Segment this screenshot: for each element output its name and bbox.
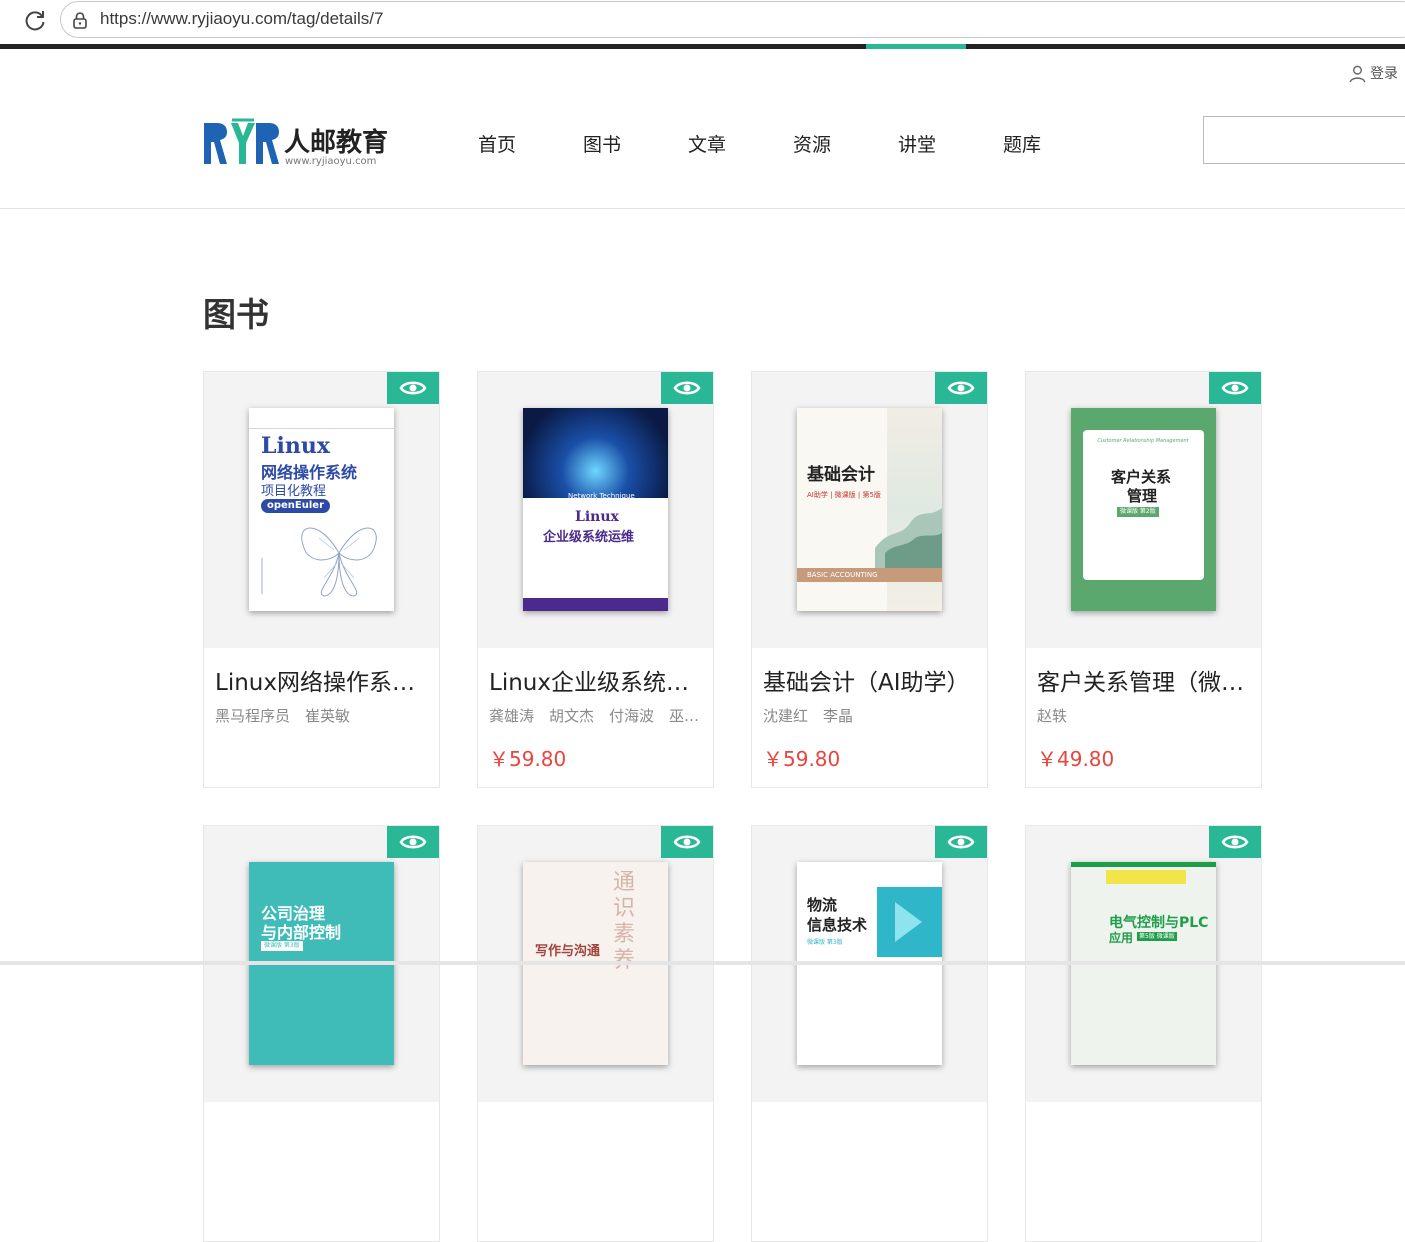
preview-button[interactable] — [661, 826, 713, 858]
window-bottom-edge — [0, 961, 1405, 965]
cover-line1: 客户关系 — [1111, 468, 1172, 486]
preview-button[interactable] — [1209, 372, 1261, 404]
book-price: ￥59.80 — [489, 747, 567, 771]
preview-button[interactable] — [661, 372, 713, 404]
cover-tag: 微课版 第2版 — [1117, 507, 1159, 517]
cover-line1: Linux — [261, 433, 330, 459]
book-title[interactable]: 客户关系管理（微课版） — [1037, 663, 1255, 697]
login-label: 登录 — [1370, 66, 1398, 82]
eye-icon — [673, 381, 701, 395]
cover-line1: Linux — [575, 509, 619, 525]
book-card[interactable]: 基础会计 AI助学 | 微课版 | 第5版 BASIC ACCOUNTING 基… — [751, 371, 988, 788]
eye-icon — [1221, 381, 1249, 395]
book-card[interactable]: 电气控制与PLC 应用 第5版 微课版 — [1025, 825, 1262, 1242]
page-load-progress — [0, 44, 1405, 49]
book-card[interactable]: Customer Relationship Management 客户关系 管理… — [1025, 371, 1262, 788]
cover-line2: AI助学 | 微课版 | 第5版 — [807, 491, 881, 499]
book-card[interactable]: 通识素养 写作与沟通 — [477, 825, 714, 1242]
eye-icon — [399, 381, 427, 395]
nav-articles[interactable]: 文章 — [688, 130, 793, 157]
user-icon — [1349, 65, 1366, 82]
landscape-illustration — [875, 508, 942, 568]
book-authors: 赵轶 — [1037, 707, 1068, 725]
preview-button[interactable] — [387, 826, 439, 858]
main-nav: 首页 图书 文章 资源 讲堂 题库 — [478, 130, 1108, 157]
book-title[interactable]: 基础会计（AI助学） — [763, 663, 981, 697]
book-cover[interactable]: Network Technique Linux 企业级系统运维 — [523, 408, 668, 611]
eye-icon — [1221, 835, 1249, 849]
book-card[interactable]: 物流 信息技术 微课版 第3版 — [751, 825, 988, 1242]
eye-icon — [673, 835, 701, 849]
cover-area: Linux 网络操作系统 项目化教程 openEuler — [204, 372, 439, 648]
cover-line2: 通识素养 — [613, 870, 636, 973]
book-card[interactable]: 公司治理 与内部控制 微课版 第3版 — [203, 825, 440, 1242]
cover-line2: 信息技术 — [807, 916, 868, 934]
preview-button[interactable] — [935, 826, 987, 858]
book-title[interactable]: Linux网络操作系统项目化教程 — [215, 663, 433, 697]
cover-line2: 与内部控制 — [261, 923, 342, 942]
reload-icon[interactable] — [22, 8, 48, 34]
cover-tag: Network Technique — [568, 492, 635, 500]
cover-line2: 应用 — [1109, 931, 1134, 945]
book-card[interactable]: Linux 网络操作系统 项目化教程 openEuler Linux网络操作系统… — [203, 371, 440, 788]
book-cover[interactable]: Linux 网络操作系统 项目化教程 openEuler — [249, 408, 394, 611]
book-price: ￥49.80 — [1037, 747, 1115, 771]
cover-tag: BASIC ACCOUNTING — [797, 568, 942, 582]
book-title[interactable]: Linux企业级系统运维 — [489, 663, 707, 697]
cover-line1: 基础会计 — [807, 465, 875, 485]
url-text[interactable]: https://www.ryjiaoyu.com/tag/details/7 — [100, 9, 383, 29]
book-cover[interactable]: Customer Relationship Management 客户关系 管理… — [1071, 408, 1216, 611]
book-price: ￥59.80 — [763, 747, 841, 771]
cover-area: Customer Relationship Management 客户关系 管理… — [1026, 372, 1261, 648]
preview-button[interactable] — [1209, 826, 1261, 858]
cover-area: 基础会计 AI助学 | 微课版 | 第5版 BASIC ACCOUNTING — [752, 372, 987, 648]
cover-line3: 项目化教程 — [261, 484, 327, 499]
cover-line1: 写作与沟通 — [535, 944, 601, 959]
search-input[interactable] — [1203, 116, 1405, 164]
cover-line2: 管理 — [1127, 487, 1158, 505]
cover-line2: 企业级系统运维 — [543, 530, 635, 545]
cover-area: Network Technique Linux 企业级系统运维 — [478, 372, 713, 648]
logo-text: 人邮教育 — [284, 128, 389, 158]
page-title: 图书 — [203, 295, 269, 334]
cover-tag: 微课版 第3版 — [807, 939, 843, 946]
eye-icon — [947, 835, 975, 849]
cover-line1: 物流 — [807, 896, 838, 914]
header-divider — [0, 208, 1405, 209]
browser-toolbar: https://www.ryjiaoyu.com/tag/details/7 — [0, 0, 1405, 49]
ryr-logo-icon — [204, 118, 279, 164]
login-link[interactable]: 登录 — [1348, 63, 1398, 83]
cover-tag: 微课版 第3版 — [261, 941, 303, 951]
eye-icon — [399, 835, 427, 849]
cover-tag: 第5版 微课版 — [1137, 932, 1177, 941]
arrow-illustration — [877, 887, 942, 957]
book-authors: 龚雄涛 胡文杰 付海波 巫健强 — [489, 707, 707, 725]
nav-question-bank[interactable]: 题库 — [1003, 130, 1108, 157]
cover-line3: Customer Relationship Management — [1097, 438, 1189, 444]
site-logo[interactable]: 人邮教育 www.ryjiaoyu.com — [203, 118, 388, 170]
book-card[interactable]: Network Technique Linux 企业级系统运维 Linux企业级… — [477, 371, 714, 788]
lock-icon[interactable] — [71, 11, 89, 29]
logo-url: www.ryjiaoyu.com — [285, 156, 377, 167]
nav-home[interactable]: 首页 — [478, 130, 583, 157]
address-bar[interactable]: https://www.ryjiaoyu.com/tag/details/7 — [60, 1, 1405, 38]
nav-lectures[interactable]: 讲堂 — [898, 130, 1003, 157]
preview-button[interactable] — [935, 372, 987, 404]
book-authors: 沈建红 李晶 — [763, 707, 854, 725]
nav-books[interactable]: 图书 — [583, 130, 688, 157]
preview-button[interactable] — [387, 372, 439, 404]
book-authors: 黑马程序员 崔英敏 — [215, 707, 351, 725]
book-cover[interactable]: 基础会计 AI助学 | 微课版 | 第5版 BASIC ACCOUNTING — [797, 408, 942, 611]
nav-resources[interactable]: 资源 — [793, 130, 898, 157]
eye-icon — [947, 381, 975, 395]
